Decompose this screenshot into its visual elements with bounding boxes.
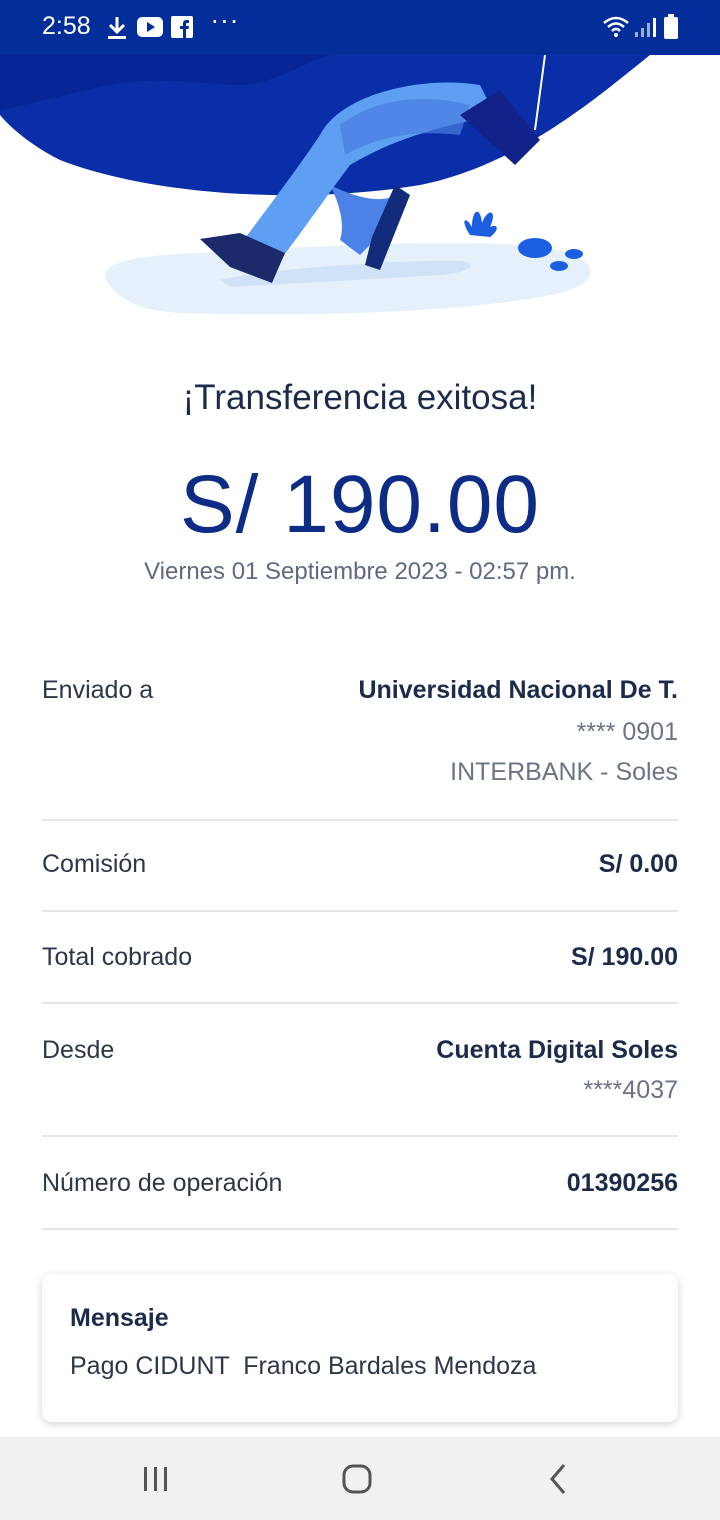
home-icon[interactable] [337,1459,377,1499]
divider [42,819,678,821]
operation-row: Número de operación 01390256 [42,1169,678,1209]
signal-icon [635,18,656,37]
transfer-amount: S/ 190.00 [179,459,541,550]
success-illustration [0,55,650,315]
total-label: Total cobrado [42,943,193,971]
recipient-account: **** 0901 [576,718,678,746]
back-icon[interactable] [538,1459,578,1499]
download-icon [108,17,126,39]
success-title: ¡Transferencia exitosa! [182,378,538,417]
battery-icon [664,14,678,39]
commission-row: Comisión S/ 0.00 [42,850,678,890]
divider [42,910,678,912]
transfer-datetime: Viernes 01 Septiembre 2023 - 02:57 pm. [144,558,576,585]
from-label: Desde [42,1036,115,1064]
operation-number: 01390256 [566,1169,678,1197]
message-card: Mensaje Pago CIDUNT Franco Bardales Mend… [42,1274,678,1422]
more-dots-icon: ··· [211,8,240,36]
commission-label: Comisión [42,850,147,878]
from-row: Desde Cuenta Digital Soles ****4037 [42,1036,678,1116]
youtube-icon [137,17,163,37]
navigation-bar [0,1437,720,1520]
total-row: Total cobrado S/ 190.00 [42,943,678,983]
message-title: Mensaje [70,1304,169,1332]
message-text: Pago CIDUNT Franco Bardales Mendoza [70,1352,537,1380]
facebook-icon [171,16,193,38]
divider [42,1228,678,1230]
total-value: S/ 190.00 [570,943,678,971]
divider [42,1002,678,1004]
sent-to-label: Enviado a [42,676,154,704]
divider [42,1135,678,1137]
recipient-name: Universidad Nacional De T. [358,676,678,704]
wifi-icon [603,16,629,37]
commission-value: S/ 0.00 [598,850,678,878]
recents-icon[interactable] [136,1459,176,1499]
recipient-bank: INTERBANK - Soles [450,758,678,786]
status-time: 2:58 [42,12,91,40]
from-account-number: ****4037 [583,1076,678,1104]
sent-to-row: Enviado a Universidad Nacional De T. ***… [42,676,678,796]
from-account-name: Cuenta Digital Soles [436,1036,678,1064]
transfer-receipt-screen: 2:58 ··· ¡Transferencia exitosa! S/ 190.… [0,0,720,1520]
operation-label: Número de operación [42,1169,283,1197]
status-bar: 2:58 ··· [0,0,720,55]
